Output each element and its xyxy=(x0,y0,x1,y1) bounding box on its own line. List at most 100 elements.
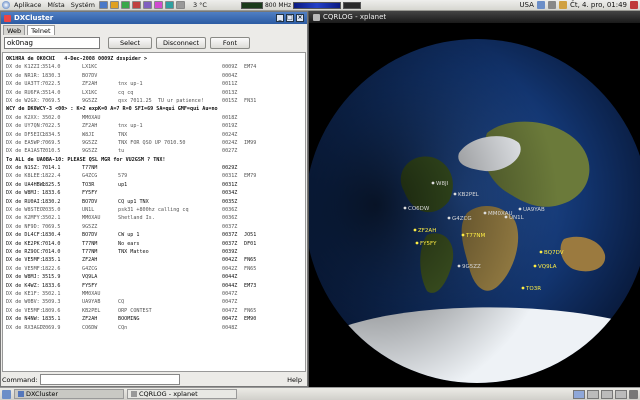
workspace-4[interactable] xyxy=(615,389,627,399)
dx-call: LX1KC xyxy=(82,64,98,71)
station-marker xyxy=(403,206,407,210)
menu-applications[interactable]: Aplikace xyxy=(12,1,43,9)
frequency: 1833.6 xyxy=(42,282,61,289)
volume-tray-icon[interactable] xyxy=(547,1,556,9)
station-marker xyxy=(504,215,508,219)
dxcluster-window: DXCluster _ □ × Web Telnet Select Discon… xyxy=(0,11,308,387)
station-label: W8JI xyxy=(436,181,449,187)
files-launcher-icon[interactable] xyxy=(175,1,185,9)
log-spot-line: DX de NF9D: 7069.5 9G5ZZ 0037Z xyxy=(6,223,302,231)
task-dxcluster[interactable]: DXCluster xyxy=(14,389,124,399)
locator: EM79 xyxy=(244,173,257,180)
update-tray-icon[interactable] xyxy=(558,1,567,9)
gnome-foot-icon[interactable] xyxy=(2,1,10,9)
browser-launcher-icon[interactable] xyxy=(98,1,108,9)
time: 0031Z xyxy=(222,181,238,188)
station-label: CO6DW xyxy=(408,206,430,212)
clock[interactable]: Čt, 4. pro, 01:49 xyxy=(570,1,627,9)
dxcluster-titlebar[interactable]: DXCluster _ □ × xyxy=(1,12,307,24)
frequency: 7010.5 xyxy=(42,148,61,155)
dx-call: 9G5ZZ xyxy=(82,148,98,155)
terminal-launcher-icon[interactable] xyxy=(120,1,130,9)
mail-launcher-icon[interactable] xyxy=(109,1,119,9)
dx-call: FY5FY xyxy=(82,282,98,289)
workspace-3[interactable] xyxy=(601,389,613,399)
log-message-line: To ALL de UA0BA-10: PLEASE QSL MGR for V… xyxy=(6,156,166,163)
spotter: DX de VE5MF: xyxy=(6,265,43,272)
log-spot-line: DX de RU6FA:3514.0 LX1KC cq cq 0013Z xyxy=(6,89,302,97)
station-marker xyxy=(518,207,522,211)
close-icon[interactable]: × xyxy=(296,14,304,22)
task-dxcluster-label: DXCluster xyxy=(26,390,59,398)
dx-call: G4ZCG xyxy=(82,173,98,180)
load-graph[interactable] xyxy=(343,1,362,9)
network-launcher-icon[interactable] xyxy=(164,1,174,9)
time: 0024Z xyxy=(222,131,238,138)
station-label: BQ7DV xyxy=(544,250,564,256)
comment: TNX FOR QSO UP 7010.50 xyxy=(118,139,186,146)
comment: psk31 +800hz calling cq xyxy=(118,207,189,214)
spotter: DX de EA5WP: xyxy=(6,139,43,146)
comment: BOOMING xyxy=(118,316,140,323)
dx-call: G4ZCG xyxy=(82,265,98,272)
station-label: G4ZCG xyxy=(452,216,472,222)
spotter: DX de UA4HBW: xyxy=(6,181,46,188)
station-label: TO3R xyxy=(525,286,541,292)
globe-view[interactable]: W8JI KB2PEL CO6DW ZF2AH FY5FY G4ZCG MM0XAU UN1L… xyxy=(305,23,640,387)
time: 0035Z xyxy=(222,198,238,205)
tab-telnet[interactable]: Telnet xyxy=(27,25,55,35)
spotter: DX de RU6FA: xyxy=(6,89,43,96)
dx-call: LX1KC xyxy=(82,89,98,96)
shutdown-icon[interactable] xyxy=(630,1,638,9)
disconnect-button[interactable]: Disconnect xyxy=(156,37,206,49)
weather-applet[interactable]: 3 °C xyxy=(193,1,207,9)
time: 0036Z xyxy=(222,207,238,214)
time: 0004Z xyxy=(222,72,238,79)
help-button[interactable]: Help xyxy=(287,376,306,384)
menu-places[interactable]: Místa xyxy=(45,1,66,9)
workspace-2[interactable] xyxy=(587,389,599,399)
font-button[interactable]: Font xyxy=(210,37,250,49)
show-desktop-icon[interactable] xyxy=(2,389,11,399)
frequency: 1835.1 xyxy=(42,316,61,323)
spotter: DX de DF5EIC: xyxy=(6,131,46,138)
time: 0011Z xyxy=(222,81,238,88)
menu-system[interactable]: Systém xyxy=(69,1,97,9)
editor-launcher-icon[interactable] xyxy=(131,1,141,9)
spotter: DX de K8LEE: xyxy=(6,173,43,180)
xplanet-titlebar[interactable]: CQRLOG - xplanet xyxy=(309,11,640,23)
maximize-icon[interactable]: □ xyxy=(286,14,294,22)
dx-call: ZF2AH xyxy=(82,257,98,264)
tab-web[interactable]: Web xyxy=(3,25,26,35)
system-monitor-graph[interactable] xyxy=(240,1,263,9)
log-spot-line: DX de K4WZ: 1833.6 FY5FY 0044Z EM73 xyxy=(6,282,302,290)
network-tray-icon[interactable] xyxy=(536,1,545,9)
workspace-1[interactable] xyxy=(573,389,585,399)
locator: EM74 xyxy=(244,64,257,71)
command-input[interactable] xyxy=(39,374,180,385)
time: 0047Z xyxy=(222,299,238,306)
task-xplanet[interactable]: CQRLOG - xplanet xyxy=(127,389,237,399)
keyboard-layout[interactable]: USA xyxy=(519,1,534,9)
dx-call: KB2PEL xyxy=(82,307,101,314)
log-spot-line: DX de W2GX: 7069.5 9G5ZZ qsx 7011.25 TU ur … xyxy=(6,97,302,105)
dx-call: CO6DW xyxy=(82,324,98,331)
media-launcher-icon[interactable] xyxy=(153,1,163,9)
frequency: 7014.0 xyxy=(42,248,61,255)
log-spot-line: DX de UA4HBW:1825.5 TO3R up1 0031Z xyxy=(6,181,302,189)
dx-call: TO3R xyxy=(82,181,95,188)
night-shade xyxy=(309,39,640,383)
network-monitor-graph[interactable] xyxy=(293,1,342,9)
trash-icon[interactable] xyxy=(629,389,638,399)
dx-call: MM0XAU xyxy=(82,114,101,121)
cluster-log[interactable]: OK1HRA de OK0CNI 4-Dec-2008 0009Z dxspid… xyxy=(2,52,306,372)
minimize-icon[interactable]: _ xyxy=(276,14,284,22)
time: 0042Z xyxy=(222,265,238,272)
cpu-frequency[interactable]: 800 MHz xyxy=(265,2,291,9)
dx-call: T77NM xyxy=(82,240,98,247)
comment: CQn xyxy=(118,324,128,331)
select-button[interactable]: Select xyxy=(108,37,152,49)
office-launcher-icon[interactable] xyxy=(142,1,152,9)
spotter: DX de NR1R: xyxy=(6,72,40,79)
callsign-input[interactable] xyxy=(4,37,100,49)
